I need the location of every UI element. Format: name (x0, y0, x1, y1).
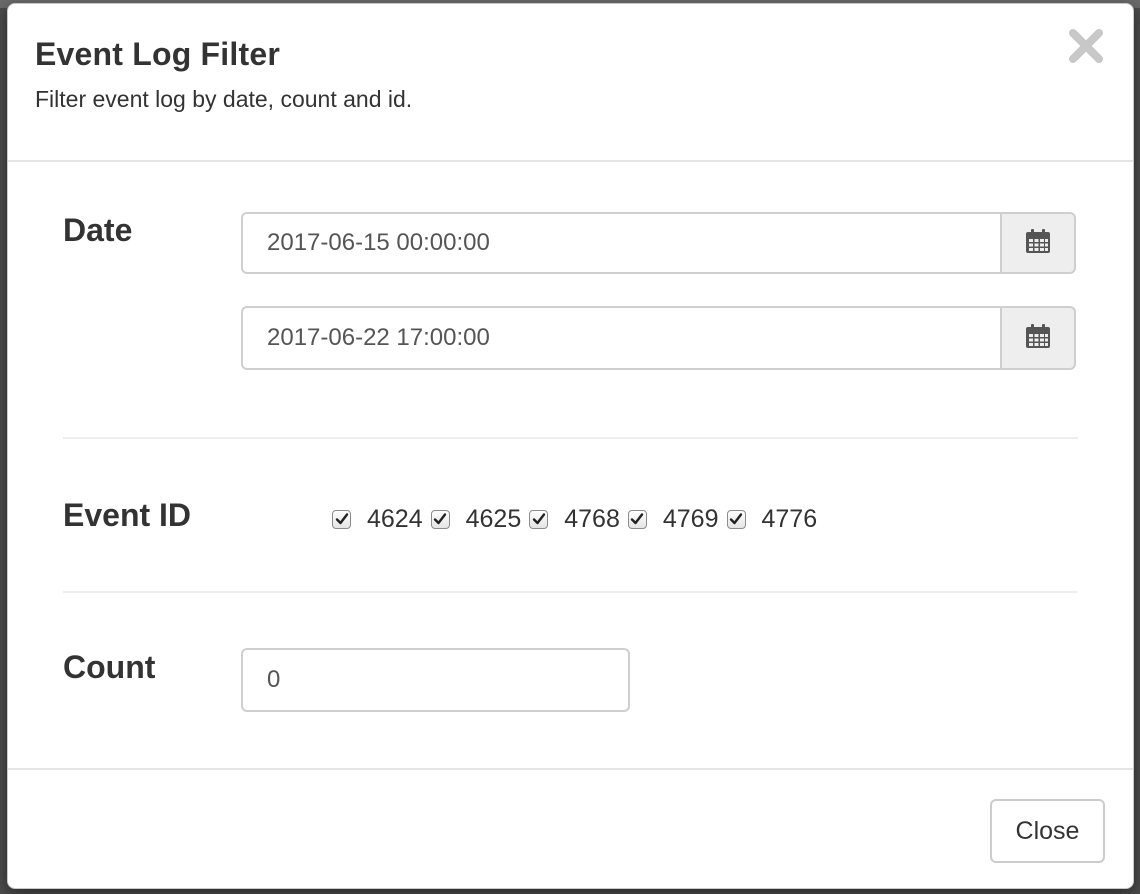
event-id-option-label: 4624 (367, 504, 423, 533)
date-start-picker-button[interactable] (1000, 212, 1076, 274)
event-id-checkbox[interactable] (627, 509, 647, 529)
event-id-option-label: 4625 (465, 504, 522, 533)
count-input[interactable] (241, 648, 630, 712)
date-end-input[interactable] (241, 306, 1000, 370)
event-id-checkbox-group: 4624 4625 4768 4769 4776 (332, 501, 825, 537)
event-id-option-label: 4776 (761, 504, 818, 533)
date-label: Date (63, 212, 133, 248)
section-divider (63, 437, 1078, 439)
event-log-filter-dialog: Event Log Filter Filter event log by dat… (7, 3, 1134, 889)
date-end-picker-button[interactable] (1000, 306, 1076, 370)
modal-body: Date 2017-06-15 00:00:00 2017-06-22 17:0… (8, 162, 1133, 768)
event-id-checkbox[interactable] (726, 509, 746, 529)
event-id-label: Event ID (63, 497, 192, 533)
count-label: Count (63, 649, 156, 685)
modal-header: Event Log Filter Filter event log by dat… (8, 4, 1133, 162)
section-divider (63, 591, 1078, 593)
close-icon[interactable] (1066, 26, 1106, 66)
event-id-option-4768: 4768 (529, 505, 620, 534)
event-id-checkbox[interactable] (430, 509, 450, 529)
event-id-option-4776: 4776 (726, 504, 818, 534)
event-id-checkbox[interactable] (529, 509, 549, 529)
event-id-option-label: 4768 (564, 504, 620, 533)
calendar-icon (1025, 228, 1051, 259)
event-id-option-4624: 4624 (332, 505, 423, 534)
modal-footer: Close (8, 768, 1133, 888)
calendar-icon (1025, 323, 1051, 354)
date-start-group (241, 212, 1076, 274)
close-button[interactable]: Close (990, 799, 1105, 863)
date-start-input[interactable] (241, 212, 1000, 274)
event-id-option-4769: 4769 (627, 504, 719, 534)
modal-title: Event Log Filter (35, 36, 280, 72)
event-id-option-label: 4769 (662, 504, 719, 533)
date-end-group (241, 306, 1076, 370)
modal-subtitle: Filter event log by date, count and id. (35, 86, 413, 112)
event-id-checkbox[interactable] (332, 509, 351, 529)
event-id-option-4625: 4625 (430, 504, 522, 534)
